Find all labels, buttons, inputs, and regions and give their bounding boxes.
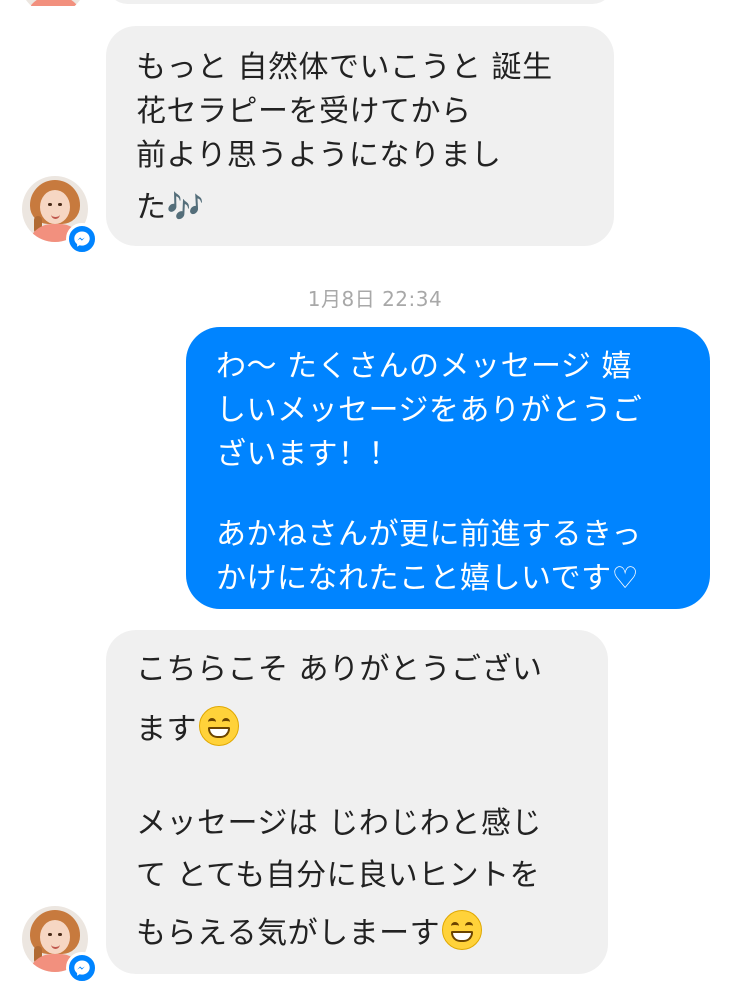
message-line: ざいます！！ <box>216 437 399 472</box>
message-line: わ〜 たくさんのメッセージ 嬉 <box>216 349 632 384</box>
grinning-face-icon <box>199 706 239 746</box>
message-line: 前より思うようになりまし <box>136 138 502 173</box>
message-line: もっと 自然体でいこうと 誕生 <box>136 50 553 85</box>
messenger-icon <box>66 223 98 255</box>
message-line: ます <box>136 706 608 752</box>
message-line: 花セラピーを受けてから <box>136 94 472 129</box>
message-line: かけになれたこと嬉しいです♡ <box>216 561 639 596</box>
message-line: た🎶 <box>136 190 205 225</box>
message-line-text: ます <box>136 712 197 747</box>
paragraph-break <box>136 752 608 802</box>
message-line: メッセージは じわじわと感じ <box>136 806 542 841</box>
grinning-face-icon <box>442 910 483 950</box>
message-timestamp: 1月8日 22:34 <box>307 287 443 311</box>
message-line: こちらこそ ありがとうござい <box>136 652 543 687</box>
avatar[interactable] <box>20 0 86 6</box>
message-line: あかねさんが更に前進するきっ <box>216 517 642 552</box>
messenger-icon <box>66 952 98 984</box>
message-bubble-previous[interactable] <box>106 0 614 4</box>
message-bubble-incoming[interactable]: もっと 自然体でいこうと 誕生 花セラピーを受けてから 前より思うようになりまし… <box>106 26 614 246</box>
message-bubble-outgoing[interactable]: わ〜 たくさんのメッセージ 嬉 しいメッセージをありがとうご ざいます！！ あか… <box>186 327 710 609</box>
message-line-text: もらえる気がしまーす <box>136 916 441 951</box>
message-bubble-incoming[interactable]: こちらこそ ありがとうござい ます メッセージは じわじわと感じ て とても自分… <box>106 630 608 974</box>
message-line: もらえる気がしまーす <box>136 910 608 956</box>
message-line: しいメッセージをありがとうご <box>216 393 643 428</box>
chat-screen: もっと 自然体でいこうと 誕生 花セラピーを受けてから 前より思うようになりまし… <box>0 0 750 988</box>
avatar-previous-clip <box>20 0 90 6</box>
message-line: て とても自分に良いヒントを <box>136 858 541 893</box>
paragraph-break <box>216 477 710 513</box>
